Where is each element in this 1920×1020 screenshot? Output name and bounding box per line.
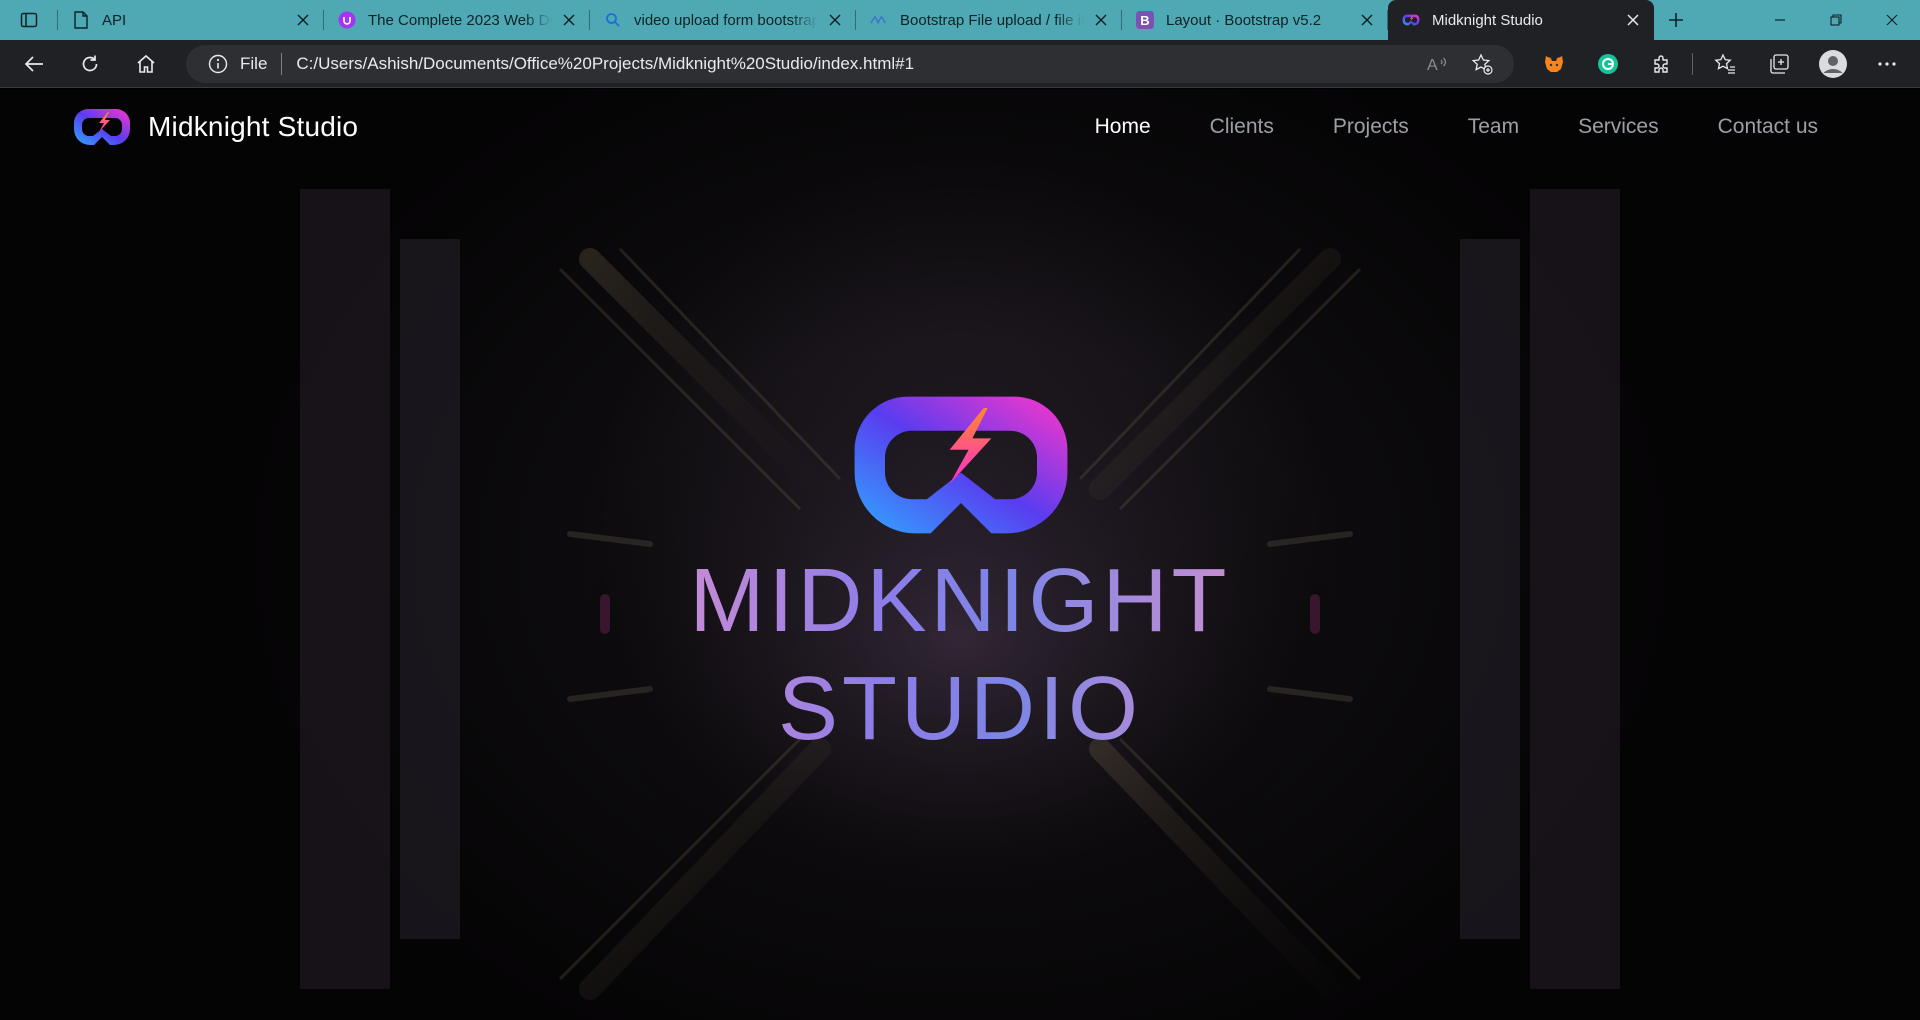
minimize-button[interactable] — [1752, 0, 1808, 40]
tab-title: Bootstrap File upload / file input — [900, 11, 1084, 29]
nav-link-home[interactable]: Home — [1095, 115, 1151, 139]
minimize-icon — [1775, 19, 1785, 21]
midknight-logo-icon — [1402, 11, 1420, 29]
back-arrow-icon — [24, 55, 43, 72]
hero-title-line1: MIDKNIGHT — [689, 551, 1231, 651]
close-tab-icon[interactable] — [1090, 9, 1112, 31]
tab-title: Layout · Bootstrap v5.2 — [1166, 11, 1322, 29]
add-favorite-icon[interactable] — [1464, 49, 1500, 79]
url-text[interactable]: C:/Users/Ashish/Documents/Office%20Proje… — [296, 54, 1412, 74]
udemy-icon — [338, 11, 356, 29]
refresh-icon — [82, 55, 98, 71]
back-button[interactable] — [12, 44, 56, 84]
metamask-extension-icon[interactable] — [1532, 44, 1576, 84]
document-icon — [72, 11, 90, 29]
read-aloud-icon[interactable]: A — [1420, 49, 1456, 79]
refresh-button[interactable] — [68, 44, 112, 84]
profile-avatar-icon[interactable] — [1811, 44, 1855, 84]
grammarly-extension-icon[interactable] — [1586, 44, 1630, 84]
restore-button[interactable] — [1808, 0, 1864, 40]
settings-more-icon[interactable] — [1865, 44, 1909, 84]
hero-title-line2: STUDIO — [777, 659, 1142, 759]
url-scheme-label: File — [240, 52, 283, 75]
browser-toolbar: File C:/Users/Ashish/Documents/Office%20… — [0, 40, 1920, 88]
favorites-icon[interactable] — [1703, 44, 1747, 84]
mdb-icon — [870, 11, 888, 29]
browser-tab[interactable]: The Complete 2023 Web Development — [324, 0, 590, 40]
tab-title: The Complete 2023 Web Development — [368, 11, 552, 29]
close-window-button[interactable] — [1864, 0, 1920, 40]
website-viewport: Midknight Studio Home Clients Projects T… — [0, 89, 1920, 1020]
info-icon[interactable] — [208, 54, 228, 74]
tab-actions-button[interactable] — [0, 0, 58, 40]
close-tab-icon[interactable] — [292, 9, 314, 31]
home-icon — [137, 54, 155, 73]
browser-tab[interactable]: B Layout · Bootstrap v5.2 — [1122, 0, 1388, 40]
restore-icon — [1830, 14, 1842, 26]
close-tab-icon[interactable] — [1356, 9, 1378, 31]
close-tab-icon[interactable] — [824, 9, 846, 31]
midknight-logo-icon — [72, 107, 132, 147]
svg-text:B: B — [1140, 13, 1149, 28]
extensions-icon[interactable] — [1640, 44, 1684, 84]
hero-logo-icon — [843, 389, 1079, 541]
brand-name: Midknight Studio — [148, 111, 359, 142]
nav-link-services[interactable]: Services — [1578, 115, 1659, 139]
hero-section: MIDKNIGHT STUDIO — [0, 389, 1920, 763]
browser-tab[interactable]: Bootstrap File upload / file input — [856, 0, 1122, 40]
plus-icon — [1669, 13, 1683, 27]
nav-link-team[interactable]: Team — [1468, 115, 1519, 139]
collections-icon[interactable] — [1757, 44, 1801, 84]
browser-tab-active[interactable]: Midknight Studio — [1388, 0, 1654, 40]
close-tab-icon[interactable] — [1622, 9, 1644, 31]
bootstrap-icon: B — [1136, 11, 1154, 29]
browser-tab[interactable]: API — [58, 0, 324, 40]
tab-title: video upload form bootstrap — [634, 11, 818, 29]
home-button[interactable] — [124, 44, 168, 84]
toolbar-divider — [1692, 52, 1693, 75]
nav-link-clients[interactable]: Clients — [1210, 115, 1274, 139]
nav-link-contact[interactable]: Contact us — [1718, 115, 1818, 139]
close-tab-icon[interactable] — [558, 9, 580, 31]
browser-tab[interactable]: video upload form bootstrap — [590, 0, 856, 40]
window-controls — [1752, 0, 1920, 40]
tab-title: Midknight Studio — [1432, 11, 1543, 29]
hero-title: MIDKNIGHT STUDIO — [690, 547, 1231, 763]
site-navbar: Midknight Studio Home Clients Projects T… — [0, 89, 1920, 165]
new-tab-button[interactable] — [1654, 0, 1698, 40]
close-icon — [1886, 14, 1898, 26]
search-icon — [604, 11, 622, 29]
nav-menu: Home Clients Projects Team Services Cont… — [1036, 89, 1818, 165]
nav-link-projects[interactable]: Projects — [1333, 115, 1409, 139]
address-bar[interactable]: File C:/Users/Ashish/Documents/Office%20… — [186, 44, 1514, 83]
browser-tab-strip: API The Complete 2023 Web Development vi… — [0, 0, 1920, 40]
tab-title: API — [102, 11, 127, 29]
brand-link[interactable]: Midknight Studio — [72, 107, 358, 147]
tab-actions-icon — [20, 12, 38, 28]
svg-text:A: A — [1427, 57, 1438, 73]
